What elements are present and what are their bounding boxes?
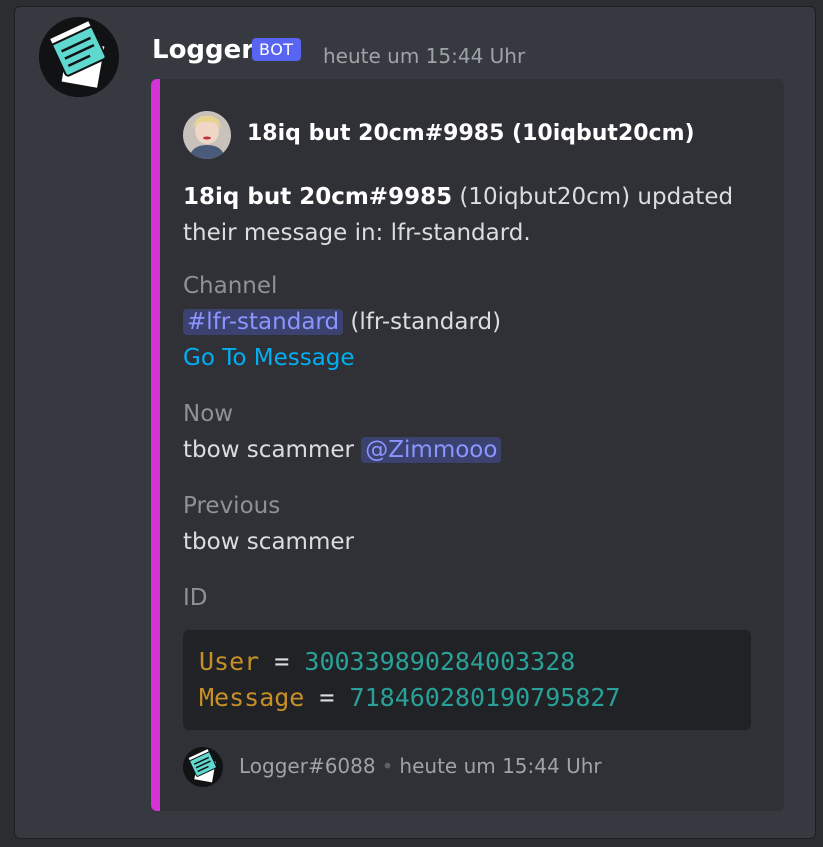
channel-mention[interactable]: #lfr-standard <box>183 309 344 335</box>
user-avatar-icon <box>183 111 231 159</box>
now-text: tbow scammer <box>183 437 362 463</box>
code-equals: = <box>274 647 290 676</box>
footer-timestamp: heute um 15:44 Uhr <box>399 754 602 778</box>
field-value-channel: #lfr-standard (lfr-standard) <box>183 309 501 335</box>
notepad-icon <box>39 17 119 97</box>
id-codeblock[interactable]: User = 300339890284003328 Message = 7184… <box>183 630 751 730</box>
code-value-message: 718460280190795827 <box>349 683 621 712</box>
channel-suffix: (lfr-standard) <box>343 309 502 335</box>
code-key-message: Message <box>199 683 305 712</box>
bot-avatar[interactable] <box>39 17 119 97</box>
footer-name: Logger#6088 <box>239 754 376 778</box>
code-line-user: User = 300339890284003328 <box>199 644 735 680</box>
field-value-previous: tbow scammer <box>183 529 354 555</box>
footer-icon <box>183 747 223 787</box>
bot-username[interactable]: Logger <box>152 35 254 65</box>
message-timestamp[interactable]: heute um 15:44 Uhr <box>323 44 525 68</box>
code-equals: = <box>319 683 335 712</box>
field-value-now: tbow scammer @Zimmooo <box>183 437 502 463</box>
embed-description: 18iq but 20cm#9985 (10iqbut20cm) updated… <box>183 179 753 251</box>
message-container: Logger BOT heute um 15:44 Uhr 18iq but 2… <box>14 6 816 839</box>
embed-footer: Logger#6088 • heute um 15:44 Uhr <box>239 754 602 778</box>
code-value-user: 300339890284003328 <box>304 647 576 676</box>
user-mention[interactable]: @Zimmooo <box>361 437 502 463</box>
log-embed: 18iq but 20cm#9985 (10iqbut20cm) 18iq bu… <box>151 79 784 811</box>
code-key-user: User <box>199 647 260 676</box>
notepad-icon <box>183 747 223 787</box>
field-name-previous: Previous <box>183 493 281 519</box>
next-message-edge <box>0 839 823 847</box>
field-name-channel: Channel <box>183 273 278 299</box>
embed-author-name[interactable]: 18iq but 20cm#9985 (10iqbut20cm) <box>247 121 695 146</box>
embed-accent-bar <box>151 79 160 811</box>
bot-badge: BOT <box>252 38 301 61</box>
description-username: 18iq but 20cm#9985 <box>183 184 453 210</box>
author-avatar[interactable] <box>183 111 231 159</box>
field-name-now: Now <box>183 401 234 427</box>
go-to-message-link[interactable]: Go To Message <box>183 345 355 371</box>
code-line-message: Message = 718460280190795827 <box>199 680 735 716</box>
field-name-id: ID <box>183 585 208 611</box>
footer-separator: • <box>381 754 394 778</box>
